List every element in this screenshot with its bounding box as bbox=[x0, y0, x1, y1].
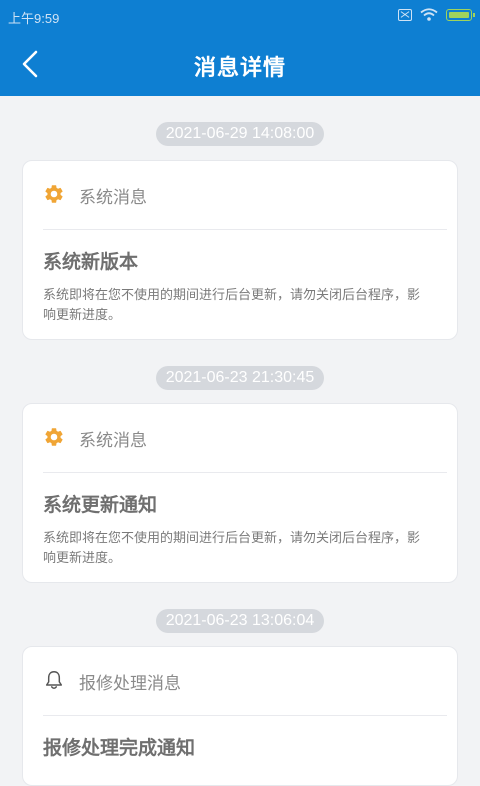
timestamp-pill: 2021-06-23 21:30:45 bbox=[155, 366, 325, 390]
divider bbox=[43, 715, 447, 716]
battery-charging-icon bbox=[446, 8, 475, 21]
timestamp-row: 2021-06-23 13:06:04 bbox=[0, 609, 480, 633]
message-card[interactable]: 报修处理消息 报修处理完成通知 bbox=[22, 646, 458, 786]
message-title: 系统新版本 bbox=[43, 251, 139, 273]
message-title: 系统更新通知 bbox=[43, 494, 158, 516]
app-header: 消息详情 bbox=[0, 32, 480, 96]
card-header: 系统消息 bbox=[23, 161, 457, 229]
message-category: 系统消息 bbox=[79, 188, 147, 208]
message-body: 系统即将在您不使用的期间进行后台更新，请勿关闭后台程序，影响更新进度。 bbox=[43, 531, 421, 566]
bell-icon bbox=[45, 671, 63, 689]
timestamp-row: 2021-06-23 21:30:45 bbox=[0, 366, 480, 390]
timestamp-pill: 2021-06-29 14:08:00 bbox=[155, 122, 325, 146]
status-icons bbox=[398, 8, 475, 21]
page-title: 消息详情 bbox=[193, 56, 286, 81]
timestamp-row: 2021-06-29 14:08:00 bbox=[0, 122, 480, 146]
gear-icon bbox=[45, 428, 63, 446]
message-category: 系统消息 bbox=[79, 431, 147, 451]
card-header: 系统消息 bbox=[23, 404, 457, 472]
gear-icon bbox=[45, 185, 63, 203]
message-body: 系统即将在您不使用的期间进行后台更新，请勿关闭后台程序，影响更新进度。 bbox=[43, 288, 421, 323]
message-card[interactable]: 系统消息 系统更新通知 系统即将在您不使用的期间进行后台更新，请勿关闭后台程序，… bbox=[22, 403, 458, 583]
no-sim-icon bbox=[398, 8, 412, 21]
message-card[interactable]: 系统消息 系统新版本 系统即将在您不使用的期间进行后台更新，请勿关闭后台程序，影… bbox=[22, 160, 458, 340]
status-time: 上午9:59 bbox=[8, 11, 60, 26]
card-header: 报修处理消息 bbox=[23, 647, 457, 715]
message-category: 报修处理消息 bbox=[79, 674, 181, 694]
divider bbox=[43, 472, 447, 473]
wifi-icon bbox=[420, 8, 438, 21]
timestamp-pill: 2021-06-23 13:06:04 bbox=[155, 609, 325, 633]
message-title: 报修处理完成通知 bbox=[43, 737, 196, 759]
divider bbox=[43, 229, 447, 230]
status-bar: 上午9:59 bbox=[0, 0, 480, 32]
